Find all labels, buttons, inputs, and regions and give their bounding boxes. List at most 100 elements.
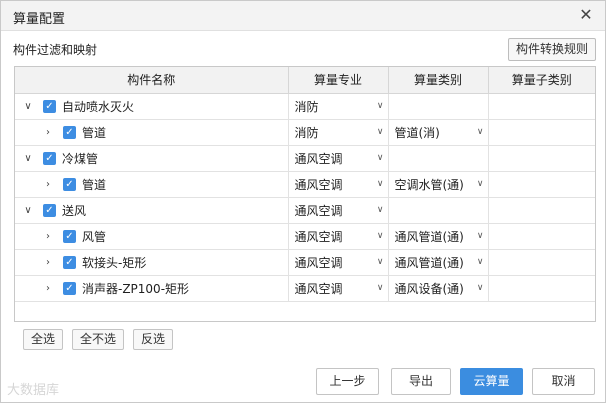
category-select[interactable]: 通风管道(通) ∨	[388, 223, 489, 250]
dialog-title: 算量配置	[13, 12, 66, 27]
watermark: 大数据库	[7, 383, 60, 398]
component-name-cell: ∨ ✓ 冷煤管	[15, 145, 289, 172]
major-value: 通风空调	[294, 229, 343, 244]
table-row[interactable]: › ✓ 管道 消防 ∨ 管道(消) ∨	[15, 119, 595, 146]
collapse-icon[interactable]: ∨	[21, 205, 35, 216]
category-select[interactable]: 空调水管(通) ∨	[388, 171, 489, 198]
subcategory-cell[interactable]	[488, 145, 595, 172]
major-select[interactable]: 通风空调 ∨	[288, 275, 389, 302]
cancel-button[interactable]: 取消	[532, 368, 595, 395]
chevron-down-icon: ∨	[376, 101, 384, 111]
component-name: 自动喷水灭火	[62, 99, 135, 114]
section-title: 构件过滤和映射	[13, 43, 98, 57]
major-value: 消防	[294, 125, 319, 140]
component-name-cell: ∨ ✓ 送风	[15, 197, 289, 224]
title-bar: 算量配置 ✕	[1, 1, 605, 31]
category-select[interactable]	[388, 145, 489, 172]
major-select[interactable]: 通风空调 ∨	[288, 171, 389, 198]
chevron-down-icon: ∨	[476, 283, 484, 293]
invert-selection-button[interactable]: 反选	[133, 329, 173, 350]
expand-icon[interactable]: ›	[41, 231, 55, 242]
row-checkbox[interactable]: ✓	[63, 255, 76, 269]
subcategory-cell[interactable]	[488, 223, 595, 250]
table-row[interactable]: › ✓ 风管 通风空调 ∨ 通风管道(通) ∨	[15, 223, 595, 250]
export-button[interactable]: 导出	[391, 368, 451, 395]
prev-step-button[interactable]: 上一步	[316, 368, 379, 395]
table-row[interactable]: › ✓ 消声器-ZP100-矩形 通风空调 ∨ 通风设备(通) ∨	[15, 275, 595, 302]
category-value: 通风管道(通)	[394, 255, 464, 270]
category-select[interactable]: 通风管道(通) ∨	[388, 249, 489, 276]
chevron-down-icon: ∨	[476, 179, 484, 189]
component-name: 风管	[82, 229, 107, 244]
conversion-rule-button[interactable]: 构件转换规则	[508, 38, 596, 61]
row-checkbox[interactable]: ✓	[63, 229, 76, 243]
table-row[interactable]: ∨ ✓ 冷煤管 通风空调 ∨	[15, 145, 595, 172]
component-name-cell: › ✓ 软接头-矩形	[15, 249, 289, 276]
row-checkbox[interactable]: ✓	[43, 99, 56, 113]
category-value: 管道(消)	[394, 125, 440, 140]
collapse-icon[interactable]: ∨	[21, 101, 35, 112]
chevron-down-icon: ∨	[476, 127, 484, 137]
table-row[interactable]: ∨ ✓ 自动喷水灭火 消防 ∨	[15, 93, 595, 120]
subcategory-cell[interactable]	[488, 93, 595, 120]
component-name-cell: ∨ ✓ 自动喷水灭火	[15, 93, 289, 120]
major-select[interactable]: 通风空调 ∨	[288, 145, 389, 172]
component-name: 软接头-矩形	[82, 255, 147, 270]
config-dialog: 算量配置 ✕ 构件过滤和映射 构件转换规则 构件名称 算量专业 算量类别 算量子…	[0, 0, 606, 403]
major-value: 通风空调	[294, 281, 343, 296]
chevron-down-icon: ∨	[376, 127, 384, 137]
major-select[interactable]: 通风空调 ∨	[288, 223, 389, 250]
category-select[interactable]	[388, 93, 489, 120]
component-name-cell: › ✓ 管道	[15, 119, 289, 146]
chevron-down-icon: ∨	[376, 205, 384, 215]
chevron-down-icon: ∨	[376, 231, 384, 241]
major-select[interactable]: 消防 ∨	[288, 93, 389, 120]
major-select[interactable]: 消防 ∨	[288, 119, 389, 146]
mapping-table: 构件名称 算量专业 算量类别 算量子类别 ∨ ✓ 自动喷水灭火 消防 ∨ › ✓ 管道 消防 ∨ 管…	[14, 66, 596, 322]
major-value: 通风空调	[294, 203, 343, 218]
expand-icon[interactable]: ›	[41, 283, 55, 294]
close-icon[interactable]: ✕	[577, 6, 595, 24]
major-value: 通风空调	[294, 177, 343, 192]
component-name-cell: › ✓ 管道	[15, 171, 289, 198]
chevron-down-icon: ∨	[376, 257, 384, 267]
component-name-cell: › ✓ 消声器-ZP100-矩形	[15, 275, 289, 302]
row-checkbox[interactable]: ✓	[63, 125, 76, 139]
expand-icon[interactable]: ›	[41, 179, 55, 190]
row-checkbox[interactable]: ✓	[43, 203, 56, 217]
subcategory-cell[interactable]	[488, 249, 595, 276]
table-row[interactable]: › ✓ 软接头-矩形 通风空调 ∨ 通风管道(通) ∨	[15, 249, 595, 276]
expand-icon[interactable]: ›	[41, 127, 55, 138]
row-checkbox[interactable]: ✓	[63, 281, 76, 295]
header-category[interactable]: 算量类别	[388, 67, 489, 94]
row-checkbox[interactable]: ✓	[63, 177, 76, 191]
chevron-down-icon: ∨	[476, 231, 484, 241]
collapse-icon[interactable]: ∨	[21, 153, 35, 164]
category-select[interactable]	[388, 197, 489, 224]
category-value: 通风设备(通)	[394, 281, 464, 296]
select-all-button[interactable]: 全选	[23, 329, 63, 350]
chevron-down-icon: ∨	[376, 179, 384, 189]
select-none-button[interactable]: 全不选	[72, 329, 124, 350]
table-row[interactable]: › ✓ 管道 通风空调 ∨ 空调水管(通) ∨	[15, 171, 595, 198]
major-select[interactable]: 通风空调 ∨	[288, 249, 389, 276]
chevron-down-icon: ∨	[476, 257, 484, 267]
cloud-calc-button[interactable]: 云算量	[460, 368, 523, 395]
header-major[interactable]: 算量专业	[288, 67, 389, 94]
component-name-cell: › ✓ 风管	[15, 223, 289, 250]
chevron-down-icon: ∨	[376, 153, 384, 163]
chevron-down-icon: ∨	[376, 283, 384, 293]
category-select[interactable]: 管道(消) ∨	[388, 119, 489, 146]
category-select[interactable]: 通风设备(通) ∨	[388, 275, 489, 302]
subcategory-cell[interactable]	[488, 197, 595, 224]
table-row[interactable]: ∨ ✓ 送风 通风空调 ∨	[15, 197, 595, 224]
subcategory-cell[interactable]	[488, 171, 595, 198]
row-checkbox[interactable]: ✓	[43, 151, 56, 165]
header-subcategory[interactable]: 算量子类别	[488, 67, 595, 94]
expand-icon[interactable]: ›	[41, 257, 55, 268]
subcategory-cell[interactable]	[488, 275, 595, 302]
subcategory-cell[interactable]	[488, 119, 595, 146]
header-component-name[interactable]: 构件名称	[15, 67, 289, 94]
major-value: 通风空调	[294, 255, 343, 270]
major-select[interactable]: 通风空调 ∨	[288, 197, 389, 224]
